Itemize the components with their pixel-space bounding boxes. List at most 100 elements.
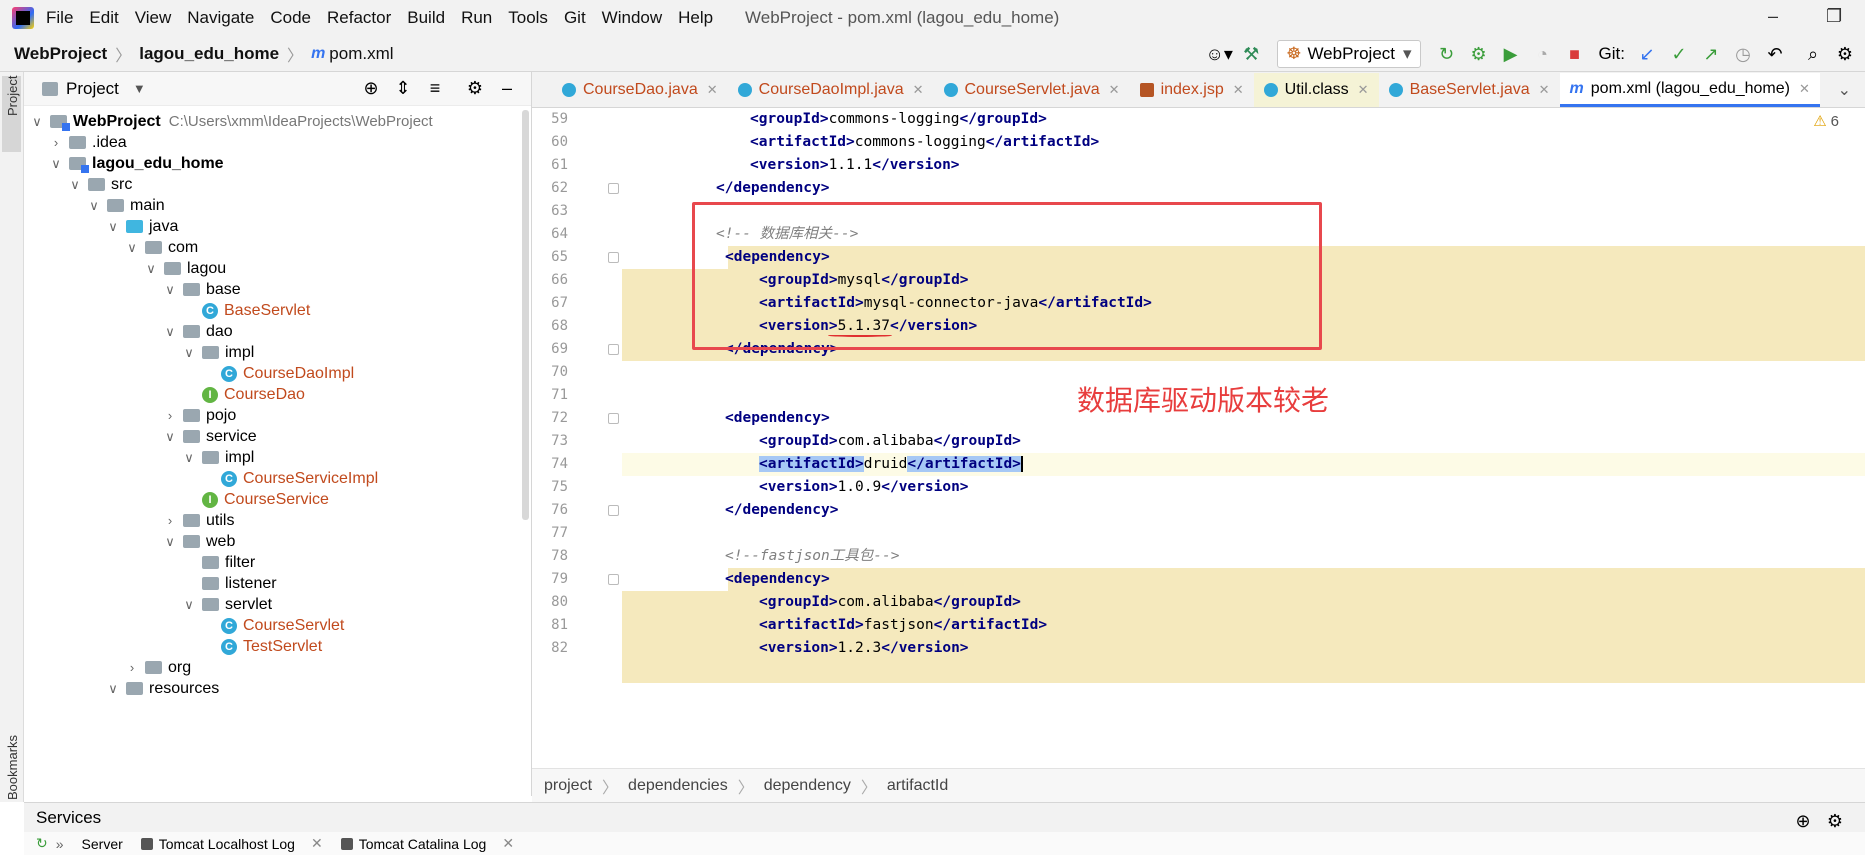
history-icon[interactable]: ◷ [1729, 40, 1757, 68]
chevron-down-icon[interactable]: ▼ [133, 81, 146, 96]
chevron-right-icon[interactable]: › [125, 660, 139, 675]
close-icon[interactable]: ✕ [1539, 82, 1550, 98]
refresh-icon[interactable]: ↻ [36, 835, 48, 852]
chevron-down-icon[interactable]: ∨ [49, 156, 63, 172]
close-icon[interactable]: ✕ [1799, 81, 1810, 97]
tab-coursedao[interactable]: CourseDao.java ✕ [552, 73, 728, 107]
add-service-icon[interactable]: ⊕ [1789, 807, 1817, 835]
profile-icon[interactable]: ◔ [1529, 40, 1557, 68]
gear-icon[interactable]: ⚙ [1821, 807, 1849, 835]
menu-build[interactable]: Build [407, 8, 445, 28]
fold-marker-icon[interactable] [608, 413, 619, 424]
menu-refactor[interactable]: Refactor [327, 8, 391, 28]
tab-tomcat-catalina-log[interactable]: Tomcat Catalina Log ✕ [340, 835, 514, 852]
rollback-icon[interactable]: ↶ [1761, 40, 1789, 68]
project-tool-button[interactable]: Project [2, 76, 21, 152]
breadcrumb-file[interactable]: pom.xml [329, 44, 393, 64]
menu-help[interactable]: Help [678, 8, 713, 28]
menu-file[interactable]: File [46, 8, 73, 28]
gear-icon[interactable]: ⚙ [461, 75, 489, 103]
run-configuration-select[interactable]: ☸ WebProject ▾ [1277, 40, 1421, 68]
chevron-down-icon[interactable]: ∨ [30, 114, 44, 130]
tab-courseservlet[interactable]: CourseServlet.java ✕ [934, 73, 1130, 107]
tab-server[interactable]: Server [82, 836, 123, 852]
expand-all-icon[interactable]: ⇕ [389, 75, 417, 103]
chevron-down-icon[interactable]: ∨ [163, 429, 177, 445]
user-icon[interactable]: ☺▾ [1205, 40, 1233, 68]
tab-index-jsp[interactable]: index.jsp ✕ [1130, 73, 1254, 107]
bookmarks-tool-label[interactable]: Bookmarks [5, 735, 20, 800]
chevron-right-icon[interactable]: › [49, 135, 63, 150]
fold-marker-icon[interactable] [608, 183, 619, 194]
chevron-down-icon[interactable]: ∨ [163, 324, 177, 340]
chevron-right-icon[interactable]: › [163, 513, 177, 528]
hide-icon[interactable]: – [493, 75, 521, 103]
close-icon[interactable]: ✕ [707, 82, 718, 98]
chevron-down-icon[interactable]: ∨ [125, 240, 139, 256]
xml-crumb-dependency[interactable]: dependency [764, 777, 851, 795]
chevron-down-icon[interactable]: ∨ [106, 219, 120, 235]
project-scrollbar[interactable] [522, 110, 529, 520]
xml-crumb-dependencies[interactable]: dependencies [628, 777, 728, 795]
tab-coursedaoimpl[interactable]: CourseDaoImpl.java ✕ [728, 73, 934, 107]
chevron-right-icon[interactable]: › [163, 408, 177, 423]
stop-icon[interactable]: ■ [1561, 40, 1589, 68]
tab-util-class[interactable]: Util.class ✕ [1253, 73, 1379, 107]
menu-run[interactable]: Run [461, 8, 492, 28]
close-icon[interactable]: ✕ [311, 835, 323, 852]
chevron-down-icon[interactable]: ∨ [144, 261, 158, 277]
fold-marker-icon[interactable] [608, 344, 619, 355]
tab-list-chevron-icon[interactable]: ⌄ [1838, 80, 1851, 100]
locate-icon[interactable]: ⊕ [357, 75, 385, 103]
chevron-down-icon[interactable]: ∨ [87, 198, 101, 214]
xml-crumb-project[interactable]: project [544, 777, 592, 795]
chevron-down-icon[interactable]: ∨ [163, 534, 177, 550]
chevron-down-icon[interactable]: ∨ [182, 345, 196, 361]
chevron-down-icon[interactable]: ∨ [182, 450, 196, 466]
chevron-down-icon[interactable]: ∨ [163, 282, 177, 298]
rerun-icon[interactable]: ↻ [1433, 40, 1461, 68]
fold-marker-icon[interactable] [608, 505, 619, 516]
expand-icon[interactable]: » [56, 836, 64, 852]
close-icon[interactable]: ✕ [1358, 82, 1369, 98]
breadcrumb-module[interactable]: lagou_edu_home [139, 44, 279, 64]
menu-navigate[interactable]: Navigate [187, 8, 254, 28]
search-icon[interactable]: ⌕ [1799, 40, 1827, 68]
coverage-icon[interactable]: ▶ [1497, 40, 1525, 68]
inspection-warnings[interactable]: ⚠ 6 [1813, 112, 1839, 131]
close-icon[interactable]: ✕ [1109, 82, 1120, 98]
chevron-down-icon[interactable]: ∨ [106, 681, 120, 697]
close-icon[interactable]: ✕ [913, 82, 924, 98]
debug-icon[interactable]: ⚙ [1465, 40, 1493, 68]
restore-icon[interactable]: ❐ [1826, 6, 1842, 27]
tree-node-testservlet[interactable]: C TestServlet [201, 634, 322, 659]
minimize-icon[interactable]: – [1768, 6, 1778, 27]
collapse-all-icon[interactable]: ≡ [421, 75, 449, 103]
tab-baseservlet[interactable]: BaseServlet.java ✕ [1379, 73, 1560, 107]
tree-node-resources[interactable]: ∨ resources [106, 676, 219, 701]
fold-marker-icon[interactable] [608, 574, 619, 585]
menu-view[interactable]: View [135, 8, 172, 28]
breadcrumb-project[interactable]: WebProject [14, 44, 107, 64]
git-update-icon[interactable]: ↙ [1633, 40, 1661, 68]
menu-window[interactable]: Window [602, 8, 662, 28]
xml-crumb-artifactid[interactable]: artifactId [887, 777, 948, 795]
close-icon[interactable]: ✕ [502, 835, 514, 852]
xml-breadcrumb: project 〉 dependencies 〉 dependency 〉 ar… [532, 768, 1865, 802]
menu-code[interactable]: Code [270, 8, 311, 28]
tab-tomcat-localhost-log[interactable]: Tomcat Localhost Log ✕ [140, 835, 323, 852]
settings-gear-icon[interactable]: ⚙ [1831, 40, 1859, 68]
code-view[interactable]: <groupId>commons-logging</groupId> <arti… [622, 108, 1865, 768]
git-push-icon[interactable]: ↗ [1697, 40, 1725, 68]
chevron-down-icon[interactable]: ∨ [68, 177, 82, 193]
build-hammer-icon[interactable]: ⚒ [1237, 40, 1265, 68]
menu-tools[interactable]: Tools [508, 8, 548, 28]
menu-edit[interactable]: Edit [89, 8, 118, 28]
chevron-down-icon[interactable]: ∨ [182, 597, 196, 613]
close-icon[interactable]: ✕ [1233, 82, 1244, 98]
menu-git[interactable]: Git [564, 8, 586, 28]
log-file-icon [340, 837, 353, 850]
fold-marker-icon[interactable] [608, 252, 619, 263]
tab-pom-xml[interactable]: m pom.xml (lagou_edu_home) ✕ [1559, 73, 1820, 107]
git-commit-icon[interactable]: ✓ [1665, 40, 1693, 68]
